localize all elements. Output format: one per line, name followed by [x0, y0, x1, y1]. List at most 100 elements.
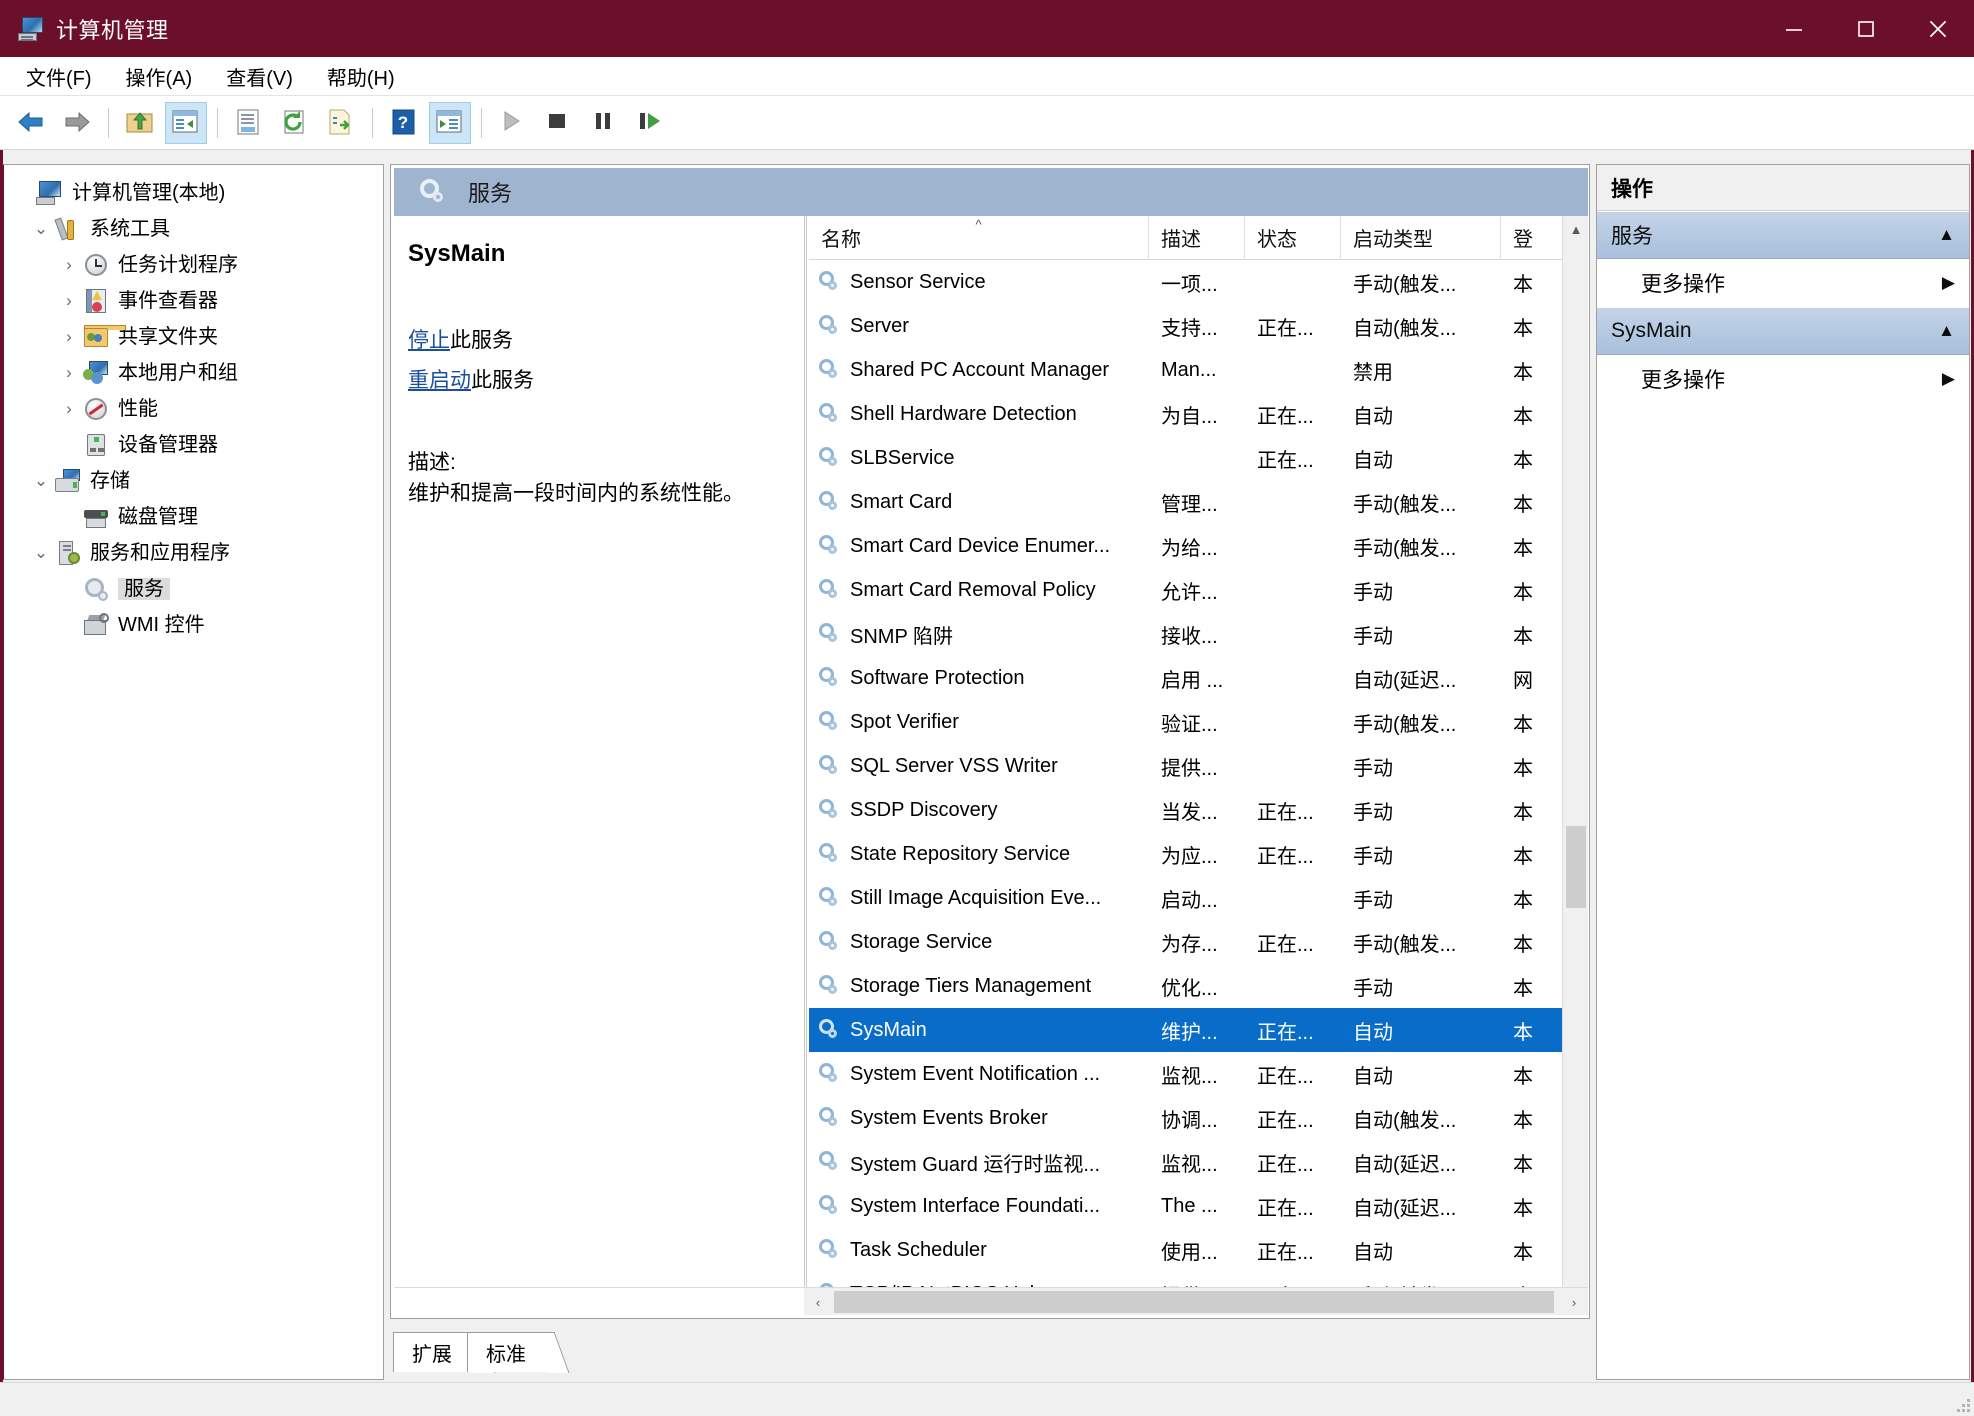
cell-startup-type: 自动	[1353, 449, 1393, 472]
tree-node-disk-management[interactable]: › 磁盘管理	[4, 499, 383, 535]
table-row[interactable]: Spot Verifier 验证... 手动(触发... 本	[809, 700, 1588, 744]
table-row[interactable]: Sensor Service 一项... 手动(触发... 本	[809, 260, 1588, 304]
menu-help[interactable]: 帮助(H)	[313, 60, 409, 93]
column-header-startup-type[interactable]: 启动类型	[1341, 216, 1501, 259]
tree-node-services-and-applications[interactable]: ⌄ 服务和应用程序	[4, 535, 383, 571]
column-header-status[interactable]: 状态	[1245, 216, 1341, 259]
scroll-thumb[interactable]	[1566, 826, 1586, 908]
twisty-expanded-icon[interactable]: ⌄	[28, 219, 54, 239]
tree-node-event-viewer[interactable]: › 事件查看器	[4, 283, 383, 319]
forward-button[interactable]	[56, 102, 98, 144]
cell-logon-as: 本	[1513, 1241, 1533, 1264]
cell-logon-as: 本	[1513, 1065, 1533, 1088]
column-header-name[interactable]: ^ 名称	[809, 216, 1149, 259]
chevron-up-icon[interactable]: ▲	[1938, 321, 1955, 341]
table-row[interactable]: System Event Notification ... 监视... 正在..…	[809, 1052, 1588, 1096]
tree-node-storage[interactable]: ⌄ 存储	[4, 463, 383, 499]
back-button[interactable]	[10, 102, 52, 144]
restart-icon	[636, 108, 666, 138]
tree-node-performance[interactable]: › 性能	[4, 391, 383, 427]
table-row[interactable]: Server 支持... 正在... 自动(触发... 本	[809, 304, 1588, 348]
show-action-pane-button[interactable]	[429, 101, 471, 144]
properties-button[interactable]	[228, 102, 270, 144]
tree-node-device-manager[interactable]: › 设备管理器	[4, 427, 383, 463]
chevron-right-icon: ▶	[1941, 369, 1955, 388]
table-row[interactable]: SSDP Discovery 当发... 正在... 手动 本	[809, 788, 1588, 832]
resize-grip-icon[interactable]	[1950, 1392, 1974, 1416]
tab-extended[interactable]: 扩展	[393, 1332, 496, 1373]
table-row[interactable]: Software Protection 启用 ... 自动(延迟... 网	[809, 656, 1588, 700]
table-row[interactable]: Still Image Acquisition Eve... 启动... 手动 …	[809, 876, 1588, 920]
tree-node-local-users-and-groups[interactable]: › 本地用户和组	[4, 355, 383, 391]
description-label: 描述:	[408, 451, 456, 474]
cell-logon-as: 本	[1513, 1197, 1533, 1220]
twisty-collapsed-icon[interactable]: ›	[56, 399, 82, 419]
restart-service-button[interactable]	[630, 102, 672, 144]
tree-node-computer-management[interactable]: › 计算机管理(本地)	[4, 175, 383, 211]
selected-service-name: SysMain	[408, 240, 506, 267]
tab-standard[interactable]: 标准	[467, 1332, 570, 1373]
stop-service-button[interactable]	[538, 102, 580, 144]
action-more-actions-services[interactable]: 更多操作 ▶	[1597, 259, 1969, 307]
scroll-left-icon[interactable]: ‹	[804, 1288, 832, 1316]
actions-group-sysmain[interactable]: SysMain ▲	[1597, 307, 1969, 355]
menu-action[interactable]: 操作(A)	[112, 60, 207, 93]
table-row[interactable]: System Events Broker 协调... 正在... 自动(触发..…	[809, 1096, 1588, 1140]
table-row[interactable]: Task Scheduler 使用... 正在... 自动 本	[809, 1228, 1588, 1272]
twisty-collapsed-icon[interactable]: ›	[56, 255, 82, 275]
twisty-expanded-icon[interactable]: ⌄	[28, 543, 54, 563]
actions-group-services[interactable]: 服务 ▲	[1597, 211, 1969, 259]
table-row[interactable]: Shell Hardware Detection 为自... 正在... 自动 …	[809, 392, 1588, 436]
column-header-logon-as[interactable]: 登	[1501, 216, 1561, 259]
close-button[interactable]	[1902, 0, 1974, 57]
table-row[interactable]: Shared PC Account Manager Man... 禁用 本	[809, 348, 1588, 392]
pane-splitter[interactable]	[804, 216, 807, 1315]
column-header-description[interactable]: 描述	[1149, 216, 1245, 259]
hscroll-thumb[interactable]	[834, 1291, 1554, 1313]
table-row[interactable]: State Repository Service 为应... 正在... 手动 …	[809, 832, 1588, 876]
stop-service-link[interactable]: 停止	[408, 329, 450, 352]
up-one-level-button[interactable]	[119, 102, 161, 144]
tree-node-shared-folders[interactable]: › 共享文件夹	[4, 319, 383, 355]
list-horizontal-scrollbar[interactable]: ‹ ›	[394, 1287, 1588, 1316]
scroll-right-icon[interactable]: ›	[1560, 1288, 1588, 1316]
chevron-up-icon[interactable]: ▲	[1938, 225, 1955, 245]
table-row[interactable]: SLBService 正在... 自动 本	[809, 436, 1588, 480]
start-service-button[interactable]	[492, 102, 534, 144]
table-row[interactable]: System Guard 运行时监视... 监视... 正在... 自动(延迟.…	[809, 1140, 1588, 1184]
tree-node-task-scheduler[interactable]: › 任务计划程序	[4, 247, 383, 283]
table-row[interactable]: SQL Server VSS Writer 提供... 手动 本	[809, 744, 1588, 788]
table-row[interactable]: System Interface Foundati... The ... 正在.…	[809, 1184, 1588, 1228]
maximize-button[interactable]	[1830, 0, 1902, 57]
twisty-collapsed-icon[interactable]: ›	[56, 327, 82, 347]
table-row[interactable]: Smart Card 管理... 手动(触发... 本	[809, 480, 1588, 524]
cell-status: 正在...	[1257, 1065, 1314, 1088]
refresh-button[interactable]	[274, 102, 316, 144]
tree-node-system-tools[interactable]: ⌄ 系统工具	[4, 211, 383, 247]
twisty-collapsed-icon[interactable]: ›	[56, 291, 82, 311]
tree-node-wmi-control[interactable]: › WMI 控件	[4, 607, 383, 643]
table-row[interactable]: Smart Card Device Enumer... 为给... 手动(触发.…	[809, 524, 1588, 568]
table-row[interactable]: Storage Service 为存... 正在... 手动(触发... 本	[809, 920, 1588, 964]
tree-node-services[interactable]: › 服务	[4, 571, 383, 607]
table-row[interactable]: SNMP 陷阱 接收... 手动 本	[809, 612, 1588, 656]
export-list-button[interactable]	[320, 102, 362, 144]
twisty-collapsed-icon[interactable]: ›	[56, 363, 82, 383]
cell-logon-as: 本	[1513, 537, 1533, 560]
action-more-actions-sysmain[interactable]: 更多操作 ▶	[1597, 355, 1969, 403]
table-row[interactable]: Storage Tiers Management 优化... 手动 本	[809, 964, 1588, 1008]
list-vertical-scrollbar[interactable]: ▲ ▼	[1562, 216, 1588, 1315]
table-row-selected[interactable]: SysMain 维护... 正在... 自动 本	[809, 1008, 1588, 1052]
scroll-up-icon[interactable]: ▲	[1563, 216, 1588, 242]
help-button[interactable]: ?	[383, 102, 425, 144]
service-gear-icon	[817, 754, 843, 778]
pause-service-button[interactable]	[584, 102, 626, 144]
show-hide-console-tree-button[interactable]	[165, 101, 207, 144]
restart-service-link[interactable]: 重启动	[408, 369, 471, 392]
minimize-button[interactable]	[1758, 0, 1830, 57]
menu-view[interactable]: 查看(V)	[212, 60, 307, 93]
menu-file[interactable]: 文件(F)	[12, 60, 106, 93]
table-row[interactable]: Smart Card Removal Policy 允许... 手动 本	[809, 568, 1588, 612]
twisty-expanded-icon[interactable]: ⌄	[28, 471, 54, 491]
services-apps-icon	[54, 540, 82, 566]
